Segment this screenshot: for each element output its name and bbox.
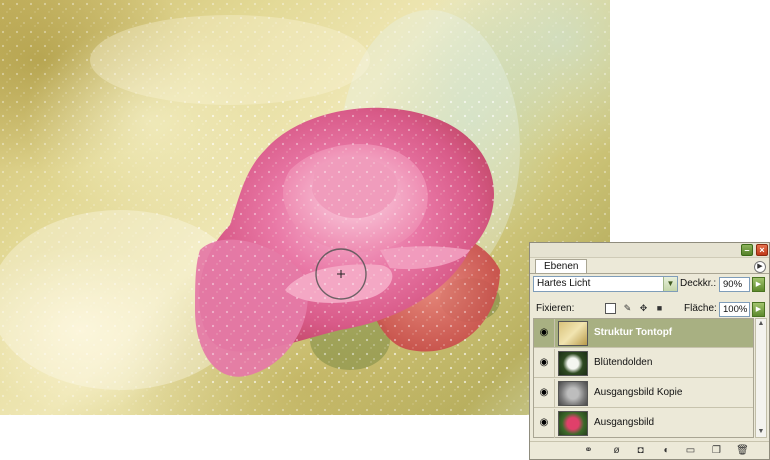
layer-row-ausgangsbild-kopie[interactable]: ◉ Ausgangsbild Kopie — [534, 379, 753, 408]
eye-icon[interactable]: ◉ — [538, 387, 550, 399]
panel-titlebar[interactable]: – × — [530, 243, 769, 258]
layer-name: Ausgangsbild Kopie — [594, 387, 683, 398]
close-icon[interactable]: × — [756, 244, 768, 256]
scroll-up-icon[interactable]: ▲ — [756, 319, 766, 329]
layers-scrollbar[interactable]: ▲ ▼ — [755, 318, 767, 438]
eye-divider — [554, 319, 555, 348]
adjustment-layer-icon[interactable]: ◐ — [660, 445, 673, 457]
eye-divider — [554, 349, 555, 378]
layer-style-icon[interactable]: ø — [610, 445, 623, 457]
opacity-slider-arrow-icon[interactable]: ▶ — [752, 277, 765, 292]
delete-layer-icon[interactable]: 🗑 — [736, 445, 749, 457]
chevron-down-icon[interactable]: ▼ — [663, 277, 677, 291]
eye-divider — [554, 409, 555, 438]
layer-thumbnail — [558, 351, 588, 376]
lock-brush-icon[interactable]: ✎ — [622, 303, 633, 314]
rose-image — [0, 0, 610, 415]
layer-thumbnail — [558, 411, 588, 436]
layer-name: Ausgangsbild — [594, 417, 655, 428]
new-group-icon[interactable]: ▭ — [684, 445, 697, 457]
layer-row-bluetendolden[interactable]: ◉ Blütendolden — [534, 349, 753, 378]
panel-bottom-toolbar: ⚭ ø ◘ ◐ ▭ ❐ 🗑 — [530, 441, 769, 460]
layer-name: Struktur Tontopf — [594, 327, 673, 338]
opacity-input[interactable]: 90% — [719, 277, 750, 292]
layer-row-struktur-tontopf[interactable]: ◉ Struktur Tontopf — [534, 319, 753, 348]
eye-divider — [554, 379, 555, 408]
fill-label: Fläche: — [684, 303, 717, 314]
eye-icon[interactable]: ◉ — [538, 417, 550, 429]
layer-thumbnail — [558, 381, 588, 406]
layer-row-ausgangsbild[interactable]: ◉ Ausgangsbild — [534, 409, 753, 438]
eye-icon[interactable]: ◉ — [538, 327, 550, 339]
new-layer-icon[interactable]: ❐ — [710, 445, 723, 457]
layers-list: ◉ Struktur Tontopf ◉ Blütendolden ◉ Ausg… — [533, 318, 754, 438]
minimize-icon[interactable]: – — [741, 244, 753, 256]
blend-mode-value: Hartes Licht — [537, 278, 591, 289]
lock-all-icon[interactable]: ■ — [654, 303, 665, 314]
blend-mode-select[interactable]: Hartes Licht ▼ — [533, 276, 678, 292]
fill-input[interactable]: 100% — [719, 302, 750, 317]
layer-name: Blütendolden — [594, 357, 653, 368]
tab-divider — [530, 273, 769, 274]
lock-move-icon[interactable]: ✥ — [638, 303, 649, 314]
tab-layers[interactable]: Ebenen — [535, 259, 588, 274]
scroll-down-icon[interactable]: ▼ — [756, 427, 766, 437]
lock-transparency-icon[interactable] — [605, 303, 616, 314]
layer-thumbnail — [558, 321, 588, 346]
opacity-label: Deckkr.: — [680, 278, 717, 289]
lock-label: Fixieren: — [536, 303, 575, 314]
fill-slider-arrow-icon[interactable]: ▶ — [752, 302, 765, 317]
layer-mask-icon[interactable]: ◘ — [634, 445, 647, 457]
panel-menu-icon[interactable]: ▶ — [754, 261, 766, 273]
eye-icon[interactable]: ◉ — [538, 357, 550, 369]
layers-panel: – × Ebenen ▶ Hartes Licht ▼ Deckkr.: 90%… — [529, 242, 770, 460]
link-layers-icon[interactable]: ⚭ — [582, 445, 595, 457]
document-canvas[interactable] — [0, 0, 610, 415]
